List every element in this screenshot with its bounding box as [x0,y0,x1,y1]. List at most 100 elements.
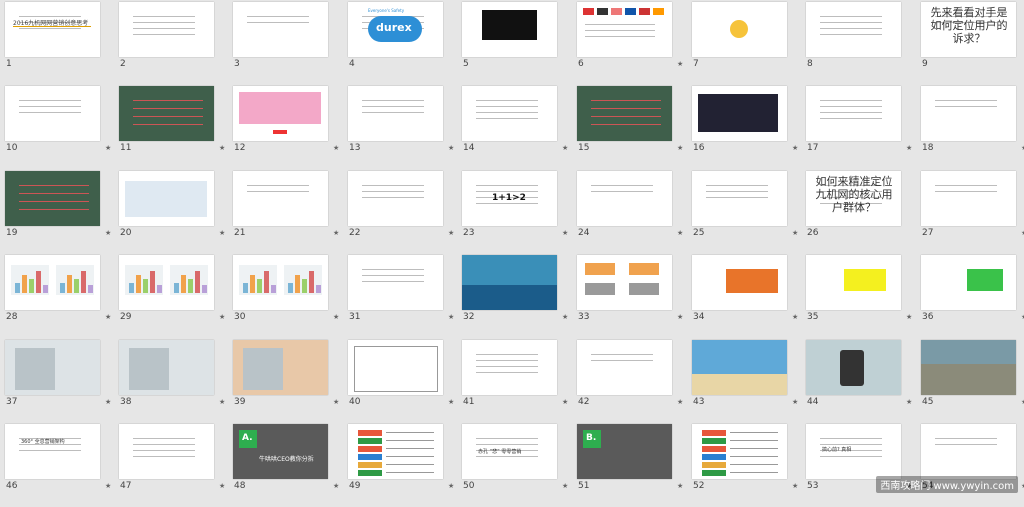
slide-preview[interactable] [462,2,557,57]
slide-preview[interactable] [348,171,443,226]
slide-thumbnail[interactable]: 7 [690,0,804,85]
slide-preview[interactable] [692,171,787,226]
slide-thumbnail[interactable]: 8 [804,0,918,85]
slide-thumbnail[interactable]: 15 ★ [575,84,689,169]
slide-preview[interactable] [119,86,214,141]
slide-preview[interactable] [233,171,328,226]
slide-thumbnail[interactable]: 28 ★ [3,253,117,338]
slide-preview[interactable] [921,255,1016,310]
slide-thumbnail[interactable]: 10 ★ [3,84,117,169]
slide-preview[interactable] [348,86,443,141]
slide-preview[interactable] [806,340,901,395]
slide-preview[interactable] [233,2,328,57]
slide-preview[interactable]: 360° 全息营销架构 [5,424,100,479]
slide-preview[interactable] [921,86,1016,141]
slide-preview[interactable] [462,255,557,310]
slide-thumbnail[interactable]: 360° 全息营销架构 46 ★ [3,422,117,507]
slide-thumbnail[interactable]: 1+1>2 23 ★ [460,169,574,254]
slide-preview[interactable] [577,171,672,226]
slide-preview[interactable]: B. [577,424,672,479]
slide-thumbnail[interactable]: 49 ★ [346,422,460,507]
slide-thumbnail[interactable]: A. 牛哄哄CEO教你分拆 48 ★ [231,422,345,507]
slide-preview[interactable]: 搞心前? 真相 [806,424,901,479]
slide-preview[interactable] [806,255,901,310]
slide-preview[interactable] [692,2,787,57]
slide-preview[interactable] [806,86,901,141]
slide-thumbnail[interactable]: 52 ★ [690,422,804,507]
slide-preview[interactable] [5,171,100,226]
slide-preview[interactable] [921,424,1016,479]
slide-thumbnail[interactable]: 6 ★ [575,0,689,85]
slide-preview[interactable] [692,340,787,395]
slide-preview[interactable] [462,86,557,141]
slide-preview[interactable]: 先来看看对手是如何定位用户的诉求？ [921,2,1016,57]
slide-thumbnail[interactable]: 22 ★ [346,169,460,254]
slide-thumbnail[interactable]: 3 [231,0,345,85]
slide-thumbnail[interactable]: 29 ★ [117,253,231,338]
slide-thumbnail[interactable]: 2 [117,0,231,85]
slide-thumbnail[interactable]: 16 ★ [690,84,804,169]
slide-thumbnail[interactable]: 12 ★ [231,84,345,169]
slide-thumbnail[interactable]: 2016九机网网营销创意思考 1 [3,0,117,85]
slide-preview[interactable] [119,255,214,310]
slide-thumbnail[interactable]: 14 ★ [460,84,574,169]
slide-thumbnail[interactable]: 42 ★ [575,338,689,423]
slide-preview[interactable] [119,424,214,479]
slide-thumbnail[interactable]: 32 ★ [460,253,574,338]
slide-thumbnail[interactable]: 54★ [919,422,1024,507]
slide-thumbnail[interactable]: 19 ★ [3,169,117,254]
slide-preview[interactable]: 赤孔 “悲” 零零营销 [462,424,557,479]
slide-preview[interactable]: 2016九机网网营销创意思考 [5,2,100,57]
slide-preview[interactable]: 1+1>2 [462,171,557,226]
slide-thumbnail[interactable]: 43 ★ [690,338,804,423]
slide-thumbnail[interactable]: 44 ★ [804,338,918,423]
slide-preview[interactable] [921,171,1016,226]
slide-preview[interactable]: A. 牛哄哄CEO教你分拆 [233,424,328,479]
slide-thumbnail[interactable]: 11 ★ [117,84,231,169]
slide-thumbnail[interactable]: 38 ★ [117,338,231,423]
slide-thumbnail[interactable]: 36★ [919,253,1024,338]
slide-preview[interactable] [577,2,672,57]
slide-thumbnail[interactable]: 35 ★ [804,253,918,338]
slide-thumbnail[interactable]: 如何来精准定位九机网的核心用户群体？ 26 [804,169,918,254]
slide-thumbnail[interactable]: durex Everyone's Safety 4 [346,0,460,85]
slide-thumbnail[interactable]: 34 ★ [690,253,804,338]
slide-preview[interactable] [5,255,100,310]
slide-thumbnail[interactable]: 31 ★ [346,253,460,338]
slide-thumbnail[interactable]: 25 ★ [690,169,804,254]
slide-preview[interactable] [119,340,214,395]
slide-preview[interactable] [348,424,443,479]
slide-thumbnail[interactable]: 33 ★ [575,253,689,338]
slide-preview[interactable] [5,86,100,141]
slide-thumbnail[interactable]: 39 ★ [231,338,345,423]
slide-thumbnail[interactable]: 赤孔 “悲” 零零营销 50 ★ [460,422,574,507]
slide-preview[interactable] [577,86,672,141]
slide-thumbnail[interactable]: 45★ [919,338,1024,423]
slide-thumbnail[interactable]: 17 ★ [804,84,918,169]
slide-preview[interactable] [692,255,787,310]
slide-preview[interactable] [921,340,1016,395]
slide-thumbnail[interactable]: 21 ★ [231,169,345,254]
slide-thumbnail[interactable]: 41 ★ [460,338,574,423]
slide-preview[interactable] [806,2,901,57]
slide-thumbnail[interactable]: 5 [460,0,574,85]
slide-preview[interactable]: 如何来精准定位九机网的核心用户群体？ [806,171,901,226]
slide-preview[interactable] [692,86,787,141]
slide-preview[interactable] [5,340,100,395]
slide-thumbnail[interactable]: B. 51 ★ [575,422,689,507]
slide-preview[interactable] [119,2,214,57]
slide-preview[interactable] [233,340,328,395]
slide-thumbnail[interactable]: 搞心前? 真相 53 ★ [804,422,918,507]
slide-preview[interactable] [462,340,557,395]
slide-preview[interactable] [577,340,672,395]
slide-thumbnail[interactable]: 13 ★ [346,84,460,169]
slide-preview[interactable] [348,255,443,310]
slide-preview[interactable] [233,255,328,310]
slide-preview[interactable] [577,255,672,310]
slide-preview[interactable] [692,424,787,479]
slide-preview[interactable] [233,86,328,141]
slide-thumbnail[interactable]: 30 ★ [231,253,345,338]
slide-preview[interactable] [348,340,443,395]
slide-preview[interactable]: durex Everyone's Safety [348,2,443,57]
slide-thumbnail[interactable]: 20 ★ [117,169,231,254]
